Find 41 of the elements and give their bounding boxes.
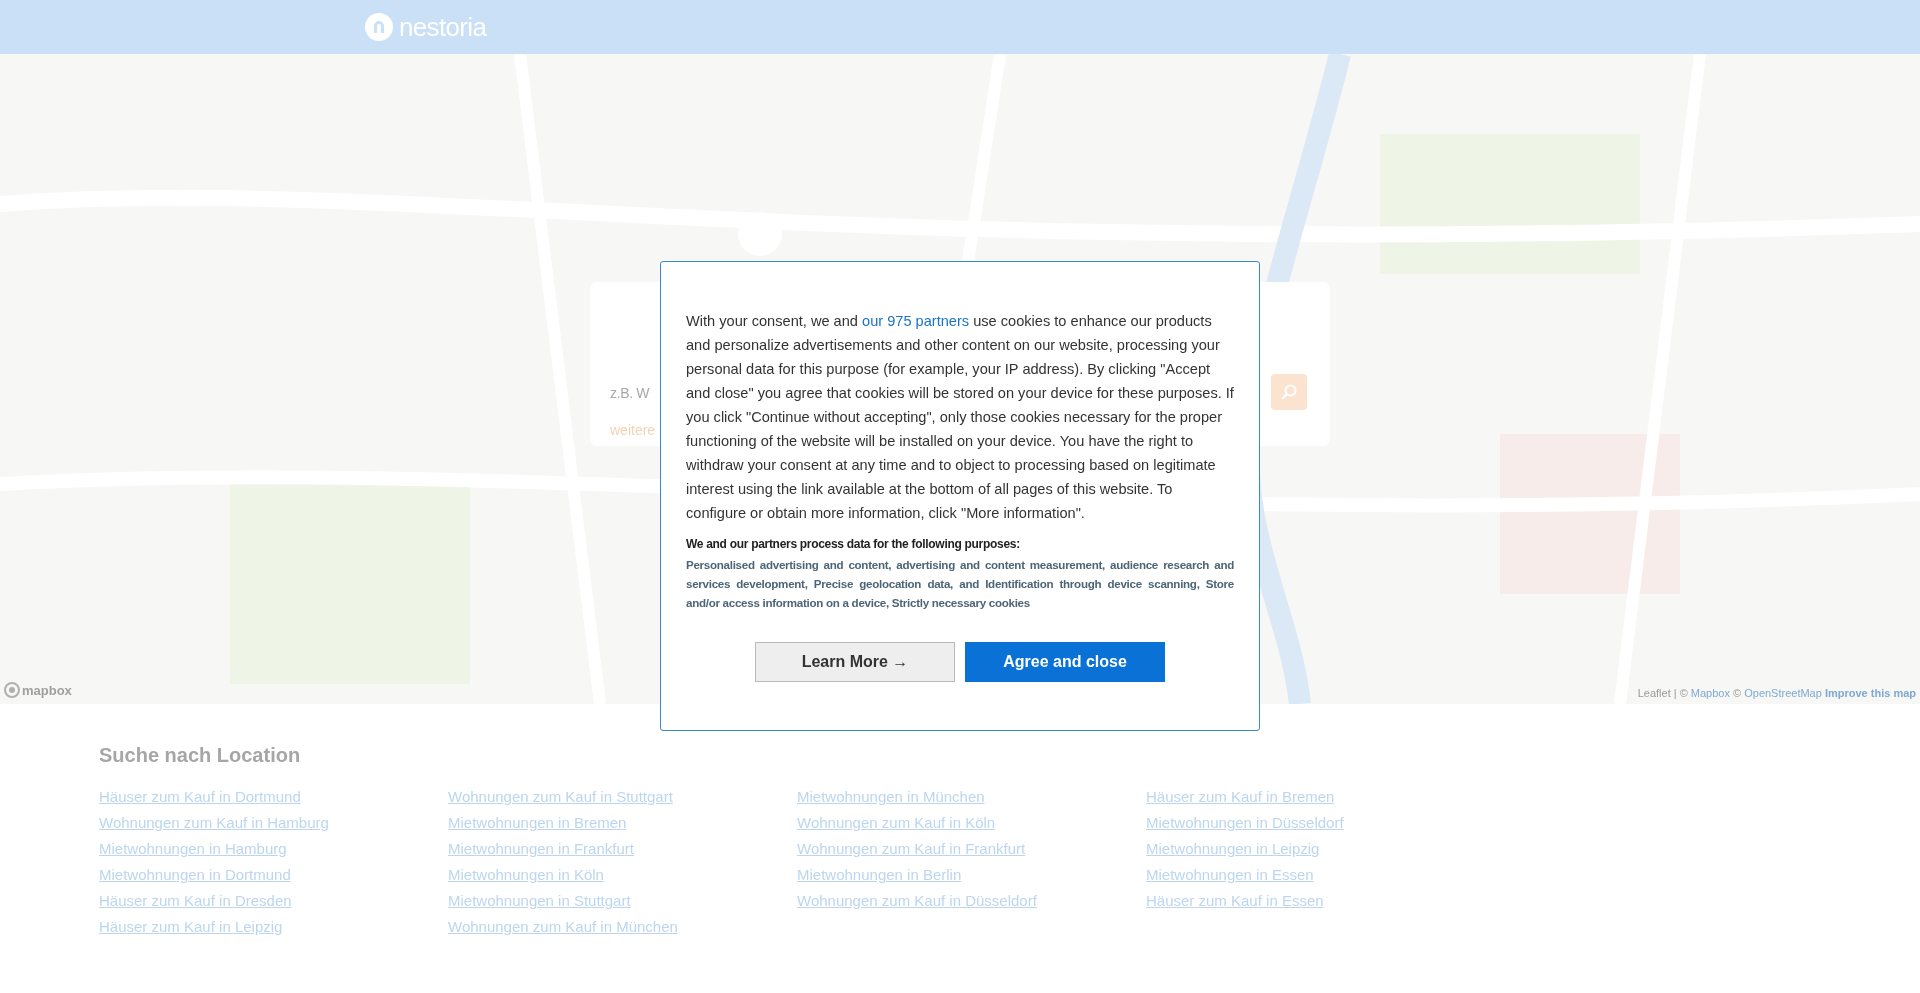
attribution-text: © — [1732, 686, 1743, 699]
search-icon — [1280, 383, 1298, 401]
location-link[interactable]: Mietwohnungen in Bremen — [448, 810, 627, 836]
purposes-heading: We and our partners process data for the following purposes: — [686, 536, 1021, 553]
mapbox-logo[interactable]: mapbox — [4, 680, 72, 700]
location-link[interactable]: Mietwohnungen in Leipzig — [1146, 836, 1320, 862]
house-logo-icon — [365, 13, 393, 41]
location-link[interactable]: Häuser zum Kauf in Essen — [1146, 888, 1324, 914]
purposes-text: Personalised advertising and content, advertising and content measurement, audience research and services development, Precise geolocation data, and Identification through device scanning, Store and/or access information on a device, Strictly necessary cookies — [686, 557, 1234, 611]
location-link[interactable]: Mietwohnungen in Essen — [1146, 862, 1314, 888]
attribution-link[interactable]: Mapbox — [1690, 686, 1730, 699]
mapbox-logo-text: mapbox — [22, 681, 72, 700]
location-link[interactable]: Häuser zum Kauf in Dresden — [99, 888, 292, 914]
location-link[interactable]: Mietwohnungen in Dortmund — [99, 862, 291, 888]
section-heading: Suche nach Location — [99, 743, 302, 768]
location-link[interactable]: Mietwohnungen in Hamburg — [99, 836, 287, 862]
agree-button[interactable]: Agree and close — [965, 642, 1165, 682]
location-link[interactable]: Wohnungen zum Kauf in Köln — [797, 810, 996, 836]
consent-text: With your consent, we and our 975 partners use cookies to enhance our products and personalize advertisements and other content on our website, processing your personal data for this purpose (for example, your IP address). By clicking "Accept and close" you agree that cookies will be stored on your device for these purposes. If you click "Continue without accepting", only those cookies necessary for the proper functioning of the website will be installed on your device. You have the right to withdraw your consent at any time and to object to processing based on legitimate interest using the link available at the bottom of all pages of this website. To configure or obtain more information, click "More information". — [686, 312, 1234, 523]
location-link[interactable]: Mietwohnungen in Köln — [448, 862, 604, 888]
learn-more-button[interactable]: Learn More → — [755, 642, 955, 682]
attribution-text: Leaflet | © — [1637, 686, 1689, 699]
improve-map-link[interactable]: Improve this map — [1821, 686, 1916, 699]
location-link[interactable]: Wohnungen zum Kauf in Düsseldorf — [797, 888, 1037, 914]
location-link[interactable]: Mietwohnungen in München — [797, 784, 985, 810]
location-link[interactable]: Wohnungen zum Kauf in Frankfurt — [797, 836, 1026, 862]
more-link[interactable]: weitere — [610, 420, 656, 441]
partners-link[interactable]: our 975 partners — [862, 313, 970, 329]
location-link[interactable]: Wohnungen zum Kauf in München — [448, 914, 678, 940]
location-link[interactable]: Häuser zum Kauf in Leipzig — [99, 914, 283, 940]
location-link[interactable]: Häuser zum Kauf in Dortmund — [99, 784, 301, 810]
search-button[interactable] — [1271, 374, 1307, 410]
location-link[interactable]: Wohnungen zum Kauf in Stuttgart — [448, 784, 673, 810]
location-link[interactable]: Häuser zum Kauf in Bremen — [1146, 784, 1335, 810]
attribution-link[interactable]: OpenStreetMap — [1744, 686, 1822, 699]
mapbox-logo-icon — [4, 682, 20, 699]
location-link[interactable]: Mietwohnungen in Düsseldorf — [1146, 810, 1344, 836]
location-link[interactable]: Mietwohnungen in Berlin — [797, 862, 962, 888]
location-link[interactable]: Wohnungen zum Kauf in Hamburg — [99, 810, 329, 836]
location-link[interactable]: Mietwohnungen in Stuttgart — [448, 888, 631, 914]
location-link[interactable]: Mietwohnungen in Frankfurt — [448, 836, 634, 862]
